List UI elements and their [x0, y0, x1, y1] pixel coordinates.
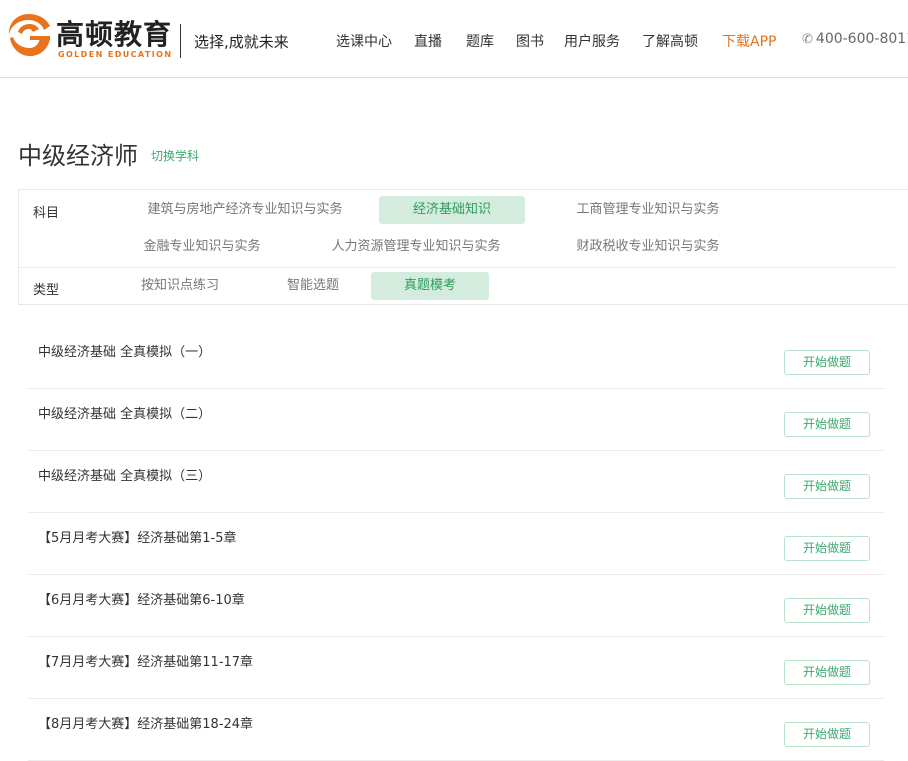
- type-option-real-exam[interactable]: 真题模考: [371, 272, 489, 300]
- list-item: 【5月月考大赛】经济基础第1-5章 开始做题: [28, 512, 884, 575]
- exam-title[interactable]: 中级经济基础 全真模拟（一）: [38, 341, 211, 360]
- nav-about[interactable]: 了解高顿: [642, 31, 698, 51]
- start-button[interactable]: 开始做题: [784, 598, 870, 623]
- type-label: 类型: [33, 283, 60, 298]
- filter-divider: [19, 267, 896, 268]
- list-item: 中级经济基础 全真模拟（一） 开始做题: [28, 326, 884, 389]
- exam-title[interactable]: 【7月月考大赛】经济基础第11-17章: [38, 651, 253, 670]
- exam-title[interactable]: 【6月月考大赛】经济基础第6-10章: [38, 589, 245, 608]
- subject-option-economic-basics[interactable]: 经济基础知识: [379, 196, 525, 224]
- logo-icon[interactable]: [4, 10, 54, 60]
- page-title: 中级经济师: [18, 142, 138, 170]
- type-option-by-knowledge[interactable]: 按知识点练习: [133, 272, 227, 300]
- switch-subject-link[interactable]: 切换学科: [151, 147, 199, 164]
- nav-question-bank[interactable]: 题库: [466, 31, 494, 51]
- list-item: 【8月月考大赛】经济基础第18-24章 开始做题: [28, 698, 884, 761]
- start-button[interactable]: 开始做题: [784, 350, 870, 375]
- subject-option-business-management[interactable]: 工商管理专业知识与实务: [549, 196, 747, 224]
- subject-option-human-resources[interactable]: 人力资源管理专业知识与实务: [317, 233, 515, 261]
- exam-title[interactable]: 中级经济基础 全真模拟（二）: [38, 403, 211, 422]
- logo-text[interactable]: 高顿教育: [56, 20, 172, 50]
- type-option-smart-select[interactable]: 智能选题: [275, 272, 351, 300]
- list-item: 【6月月考大赛】经济基础第6-10章 开始做题: [28, 574, 884, 637]
- exam-title[interactable]: 【5月月考大赛】经济基础第1-5章: [38, 527, 237, 546]
- hotline: ✆ 400-600-8011: [802, 31, 908, 47]
- subject-label: 科目: [33, 206, 60, 221]
- start-button[interactable]: 开始做题: [784, 474, 870, 499]
- filter-panel: 科目 建筑与房地产经济专业知识与实务 经济基础知识 工商管理专业知识与实务 金融…: [18, 189, 908, 305]
- list-item: 【7月月考大赛】经济基础第11-17章 开始做题: [28, 636, 884, 699]
- start-button[interactable]: 开始做题: [784, 412, 870, 437]
- start-button[interactable]: 开始做题: [784, 660, 870, 685]
- list-item: 中级经济基础 全真模拟（二） 开始做题: [28, 388, 884, 451]
- nav-course-center[interactable]: 选课中心: [336, 31, 392, 51]
- nav-user-service[interactable]: 用户服务: [564, 31, 620, 51]
- subject-option-taxation[interactable]: 财政税收专业知识与实务: [563, 233, 733, 261]
- exam-title[interactable]: 中级经济基础 全真模拟（三）: [38, 465, 211, 484]
- subject-option-construction[interactable]: 建筑与房地产经济专业知识与实务: [133, 196, 357, 224]
- exam-title[interactable]: 【8月月考大赛】经济基础第18-24章: [38, 713, 253, 732]
- logo-subtext: GOLDEN EDUCATION: [58, 50, 173, 59]
- slogan: 选择,成就未来: [194, 33, 289, 51]
- nav-live[interactable]: 直播: [414, 31, 442, 51]
- logo-divider: [180, 24, 181, 58]
- phone-icon: ✆: [802, 32, 813, 47]
- start-button[interactable]: 开始做题: [784, 722, 870, 747]
- site-header: 高顿教育 GOLDEN EDUCATION 选择,成就未来 选课中心 直播 题库…: [0, 0, 908, 78]
- list-item: 中级经济基础 全真模拟（三） 开始做题: [28, 450, 884, 513]
- nav-download-app[interactable]: 下载APP: [722, 31, 776, 51]
- nav-books[interactable]: 图书: [516, 31, 544, 51]
- start-button[interactable]: 开始做题: [784, 536, 870, 561]
- subject-option-finance[interactable]: 金融专业知识与实务: [133, 233, 271, 261]
- phone-number: 400-600-8011: [815, 31, 908, 47]
